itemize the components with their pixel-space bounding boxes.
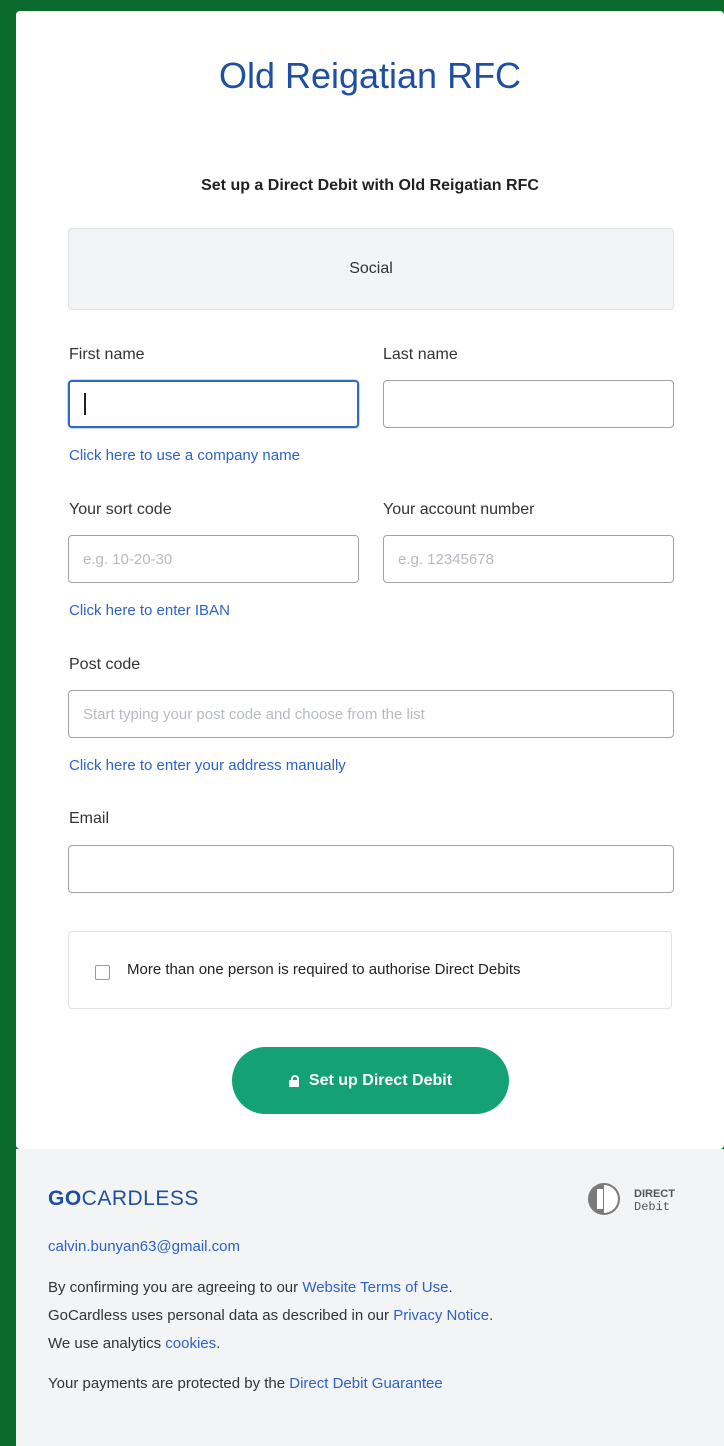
gocardless-logo: GOCARDLESS bbox=[48, 1187, 199, 1211]
direct-debit-form-card: Old Reigatian RFC Set up a Direct Debit … bbox=[16, 11, 724, 1149]
dd-logo-line1: DIRECT bbox=[634, 1188, 675, 1200]
text-caret bbox=[84, 393, 86, 415]
page-title: Old Reigatian RFC bbox=[218, 55, 522, 96]
last-name-input[interactable] bbox=[383, 380, 674, 428]
post-code-label: Post code bbox=[69, 656, 141, 673]
guarantee-paragraph: Your payments are protected by the Direc… bbox=[48, 1370, 508, 1398]
payer-email: calvin.bunyan63@gmail.com bbox=[48, 1238, 240, 1255]
first-name-input[interactable] bbox=[68, 380, 359, 428]
lock-icon bbox=[288, 1074, 299, 1087]
terms-text-1: By confirming you are agreeing to our bbox=[48, 1279, 303, 1296]
sort-code-placeholder: e.g. 10-20-30 bbox=[83, 550, 173, 568]
direct-debit-guarantee-link[interactable]: Direct Debit Guarantee bbox=[289, 1375, 442, 1392]
plan-summary: Social bbox=[68, 228, 674, 310]
manual-address-link[interactable]: Click here to enter your address manuall… bbox=[69, 757, 346, 774]
sort-code-label: Your sort code bbox=[69, 501, 172, 518]
account-number-label: Your account number bbox=[383, 501, 535, 518]
guarantee-text: Your payments are protected by the bbox=[48, 1375, 290, 1392]
post-code-input[interactable]: Start typing your post code and choose f… bbox=[68, 690, 674, 738]
terms-paragraph: By confirming you are agreeing to our We… bbox=[48, 1274, 508, 1358]
post-code-placeholder: Start typing your post code and choose f… bbox=[83, 705, 425, 723]
multi-authoriser-checkbox[interactable] bbox=[95, 965, 110, 980]
brand-bold: GO bbox=[48, 1187, 82, 1210]
last-name-label: Last name bbox=[383, 346, 458, 363]
iban-link[interactable]: Click here to enter IBAN bbox=[69, 602, 230, 619]
privacy-notice-link[interactable]: Privacy Notice bbox=[393, 1307, 489, 1324]
website-terms-link[interactable]: Website Terms of Use bbox=[302, 1279, 448, 1296]
page-subtitle: Set up a Direct Debit with Old Reigatian… bbox=[201, 177, 539, 194]
brand-rest: CARDLESS bbox=[81, 1187, 199, 1210]
set-up-direct-debit-button[interactable]: Set up Direct Debit bbox=[232, 1047, 509, 1114]
account-number-placeholder: e.g. 12345678 bbox=[398, 550, 494, 568]
direct-debit-logo-icon: DIRECT Debit bbox=[588, 1183, 675, 1215]
dd-logo-line2: Debit bbox=[634, 1200, 670, 1214]
submit-button-label: Set up Direct Debit bbox=[308, 1071, 453, 1089]
multi-authoriser-option: More than one person is required to auth… bbox=[68, 931, 672, 1009]
email-input[interactable] bbox=[68, 845, 674, 893]
account-number-input[interactable]: e.g. 12345678 bbox=[383, 535, 674, 583]
email-label: Email bbox=[69, 810, 110, 827]
cookies-link[interactable]: cookies bbox=[165, 1335, 216, 1352]
footer: GOCARDLESS DIRECT Debit calvin.bunyan63@… bbox=[16, 1149, 724, 1446]
plan-name: Social bbox=[349, 260, 393, 277]
sort-code-input[interactable]: e.g. 10-20-30 bbox=[68, 535, 359, 583]
first-name-label: First name bbox=[69, 346, 145, 363]
multi-authoriser-label[interactable]: More than one person is required to auth… bbox=[127, 961, 521, 978]
terms-text-4: . bbox=[216, 1335, 221, 1352]
company-name-link[interactable]: Click here to use a company name bbox=[69, 447, 300, 464]
